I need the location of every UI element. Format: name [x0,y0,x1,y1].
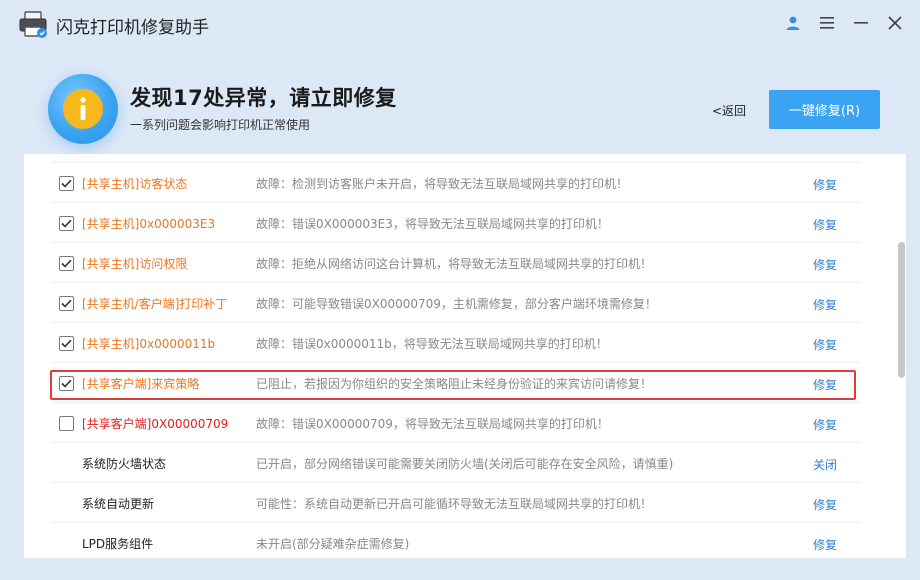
issue-name: [共享主机]0x000003E3 [82,217,216,231]
issue-name: [共享主机/客户端]打印补丁 [82,297,228,311]
disable-link[interactable]: 关闭 [813,456,837,473]
issue-row: 系统自动更新 可能性：系统自动更新已开启可能循环导致无法互联局域网共享的打印机！ 修… [52,483,860,523]
repair-link[interactable]: 修复 [813,176,837,193]
issue-name: [共享主机]访客状态 [82,177,188,191]
title-bar: 闪克打印机修复助手 [0,0,920,48]
repair-link[interactable]: 修复 [813,216,837,233]
repair-link[interactable]: 修复 [813,496,837,513]
issue-description: 故障：错误0X000003E3，将导致无法互联局域网共享的打印机！ [256,217,609,231]
issue-description: 可能性：系统自动更新已开启可能循环导致无法互联局域网共享的打印机！ [256,497,653,511]
issue-description: 故障：可能导致错误0X00000709，主机需修复，部分客户端环境需修复！ [256,297,657,311]
issue-description: 未开启(部分疑难杂症需修复) [256,537,410,551]
checkbox-checked[interactable] [59,296,74,311]
issue-row: [共享主机]0x0000011b 故障：错误0x0000011b，将导致无法互联局… [52,323,860,363]
issue-row: [共享客户端]0X00000709 故障：错误0X00000709，将导致无法互联… [52,403,860,443]
fix-all-button[interactable]: 一键修复(R) [769,90,880,129]
app-title: 闪克打印机修复助手 [56,18,209,38]
info-icon [48,74,118,144]
issue-description: 故障：错误0x0000011b，将导致无法互联局域网共享的打印机！ [256,337,608,351]
checkbox-checked[interactable] [59,336,74,351]
issue-name: [共享主机]0x0000011b [82,337,216,351]
issue-description: 故障：错误0X00000709，将导致无法互联局域网共享的打印机！ [256,417,609,431]
menu-icon[interactable] [816,12,838,34]
user-icon[interactable] [782,12,804,34]
scan-result-header: 发现17处异常，请立即修复 一系列问题会影响打印机正常使用 <返回 一键修复(R… [0,48,920,154]
checkbox-checked[interactable] [59,216,74,231]
issue-list: [共享主机]访客状态 故障：检测到访客账户未开启，将导致无法互联局域网共享的打印机… [24,154,906,558]
repair-link[interactable]: 修复 [813,416,837,433]
issue-description: 故障：检测到访客账户未开启，将导致无法互联局域网共享的打印机！ [256,177,629,191]
issue-row: LPD服务组件 未开启(部分疑难杂症需修复) 修复 [52,523,860,558]
checkbox-unchecked[interactable] [59,416,74,431]
issue-row: [共享主机/客户端]打印补丁 故障：可能导致错误0X00000709，主机需修复，… [52,283,860,323]
checkbox-checked[interactable] [59,176,74,191]
issue-description: 已开启，部分网络错误可能需要关闭防火墙(关闭后可能存在安全风险，请慎重) [256,457,674,471]
issue-name: [共享主机]访问权限 [82,257,188,271]
issue-name: LPD服务组件 [82,537,154,551]
result-headline: 发现17处异常，请立即修复 [130,86,397,110]
issue-row: [共享主机]访客状态 故障：检测到访客账户未开启，将导致无法互联局域网共享的打印机… [52,163,860,203]
repair-link[interactable]: 修复 [813,536,837,553]
repair-link[interactable]: 修复 [813,296,837,313]
result-subline: 一系列问题会影响打印机正常使用 [130,118,311,132]
back-link[interactable]: <返回 [712,102,746,119]
repair-link[interactable]: 修复 [813,256,837,273]
issue-description: 故障：拒绝从网络访问这台计算机，将导致无法互联局域网共享的打印机！ [256,257,653,271]
minimize-icon[interactable] [850,12,872,34]
close-icon[interactable] [884,12,906,34]
checkbox-checked[interactable] [59,256,74,271]
issue-row: [共享主机]访问权限 故障：拒绝从网络访问这台计算机，将导致无法互联局域网共享的打… [52,243,860,283]
issue-name: 系统自动更新 [82,497,155,511]
issue-row: 系统防火墙状态 已开启，部分网络错误可能需要关闭防火墙(关闭后可能存在安全风险，请… [52,443,860,483]
highlighted-row-frame [50,370,856,400]
scrollbar-thumb[interactable] [898,242,905,378]
issue-name: [共享客户端]0X00000709 [82,417,229,431]
printer-app-icon [18,9,48,39]
repair-link[interactable]: 修复 [813,336,837,353]
issue-row: [共享主机]0x000003E3 故障：错误0X000003E3，将导致无法互联局… [52,203,860,243]
issue-name: 系统防火墙状态 [82,457,167,471]
